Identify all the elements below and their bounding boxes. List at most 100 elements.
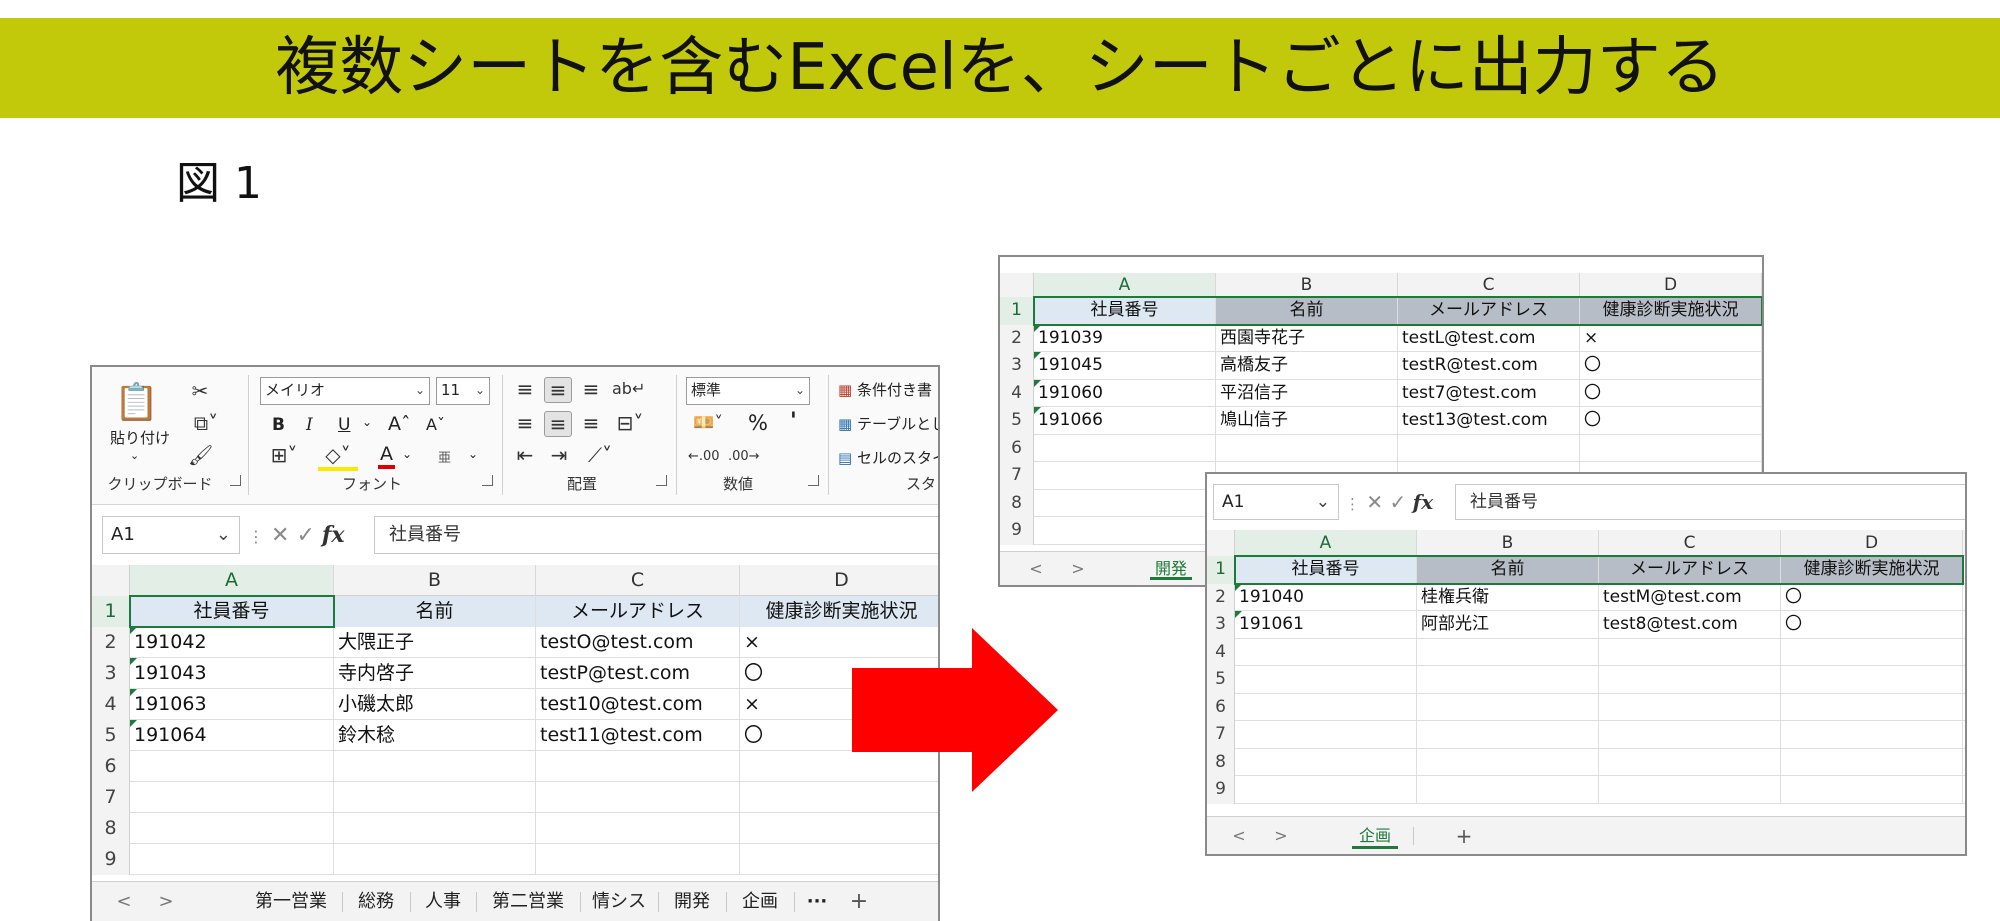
- select-all-corner[interactable]: [1000, 273, 1034, 297]
- select-all-corner[interactable]: [1207, 530, 1235, 556]
- cell[interactable]: 鈴木稔: [334, 720, 536, 751]
- conditional-format-button[interactable]: ▦ 条件付き書: [838, 379, 932, 400]
- cell[interactable]: [334, 782, 536, 813]
- cell[interactable]: 191064: [130, 720, 334, 751]
- cell[interactable]: 寺内啓子: [334, 658, 536, 689]
- select-all-corner[interactable]: [92, 565, 130, 596]
- row-number[interactable]: 6: [1207, 693, 1235, 721]
- font-launcher-icon[interactable]: [482, 475, 493, 486]
- cell[interactable]: 191039: [1034, 324, 1216, 352]
- cell[interactable]: testR@test.com: [1398, 352, 1580, 380]
- column-header-b[interactable]: B: [334, 565, 536, 596]
- increase-indent-icon[interactable]: ⇥: [546, 443, 572, 467]
- cell[interactable]: 191042: [130, 627, 334, 658]
- cell[interactable]: [1417, 666, 1599, 694]
- cell[interactable]: [536, 782, 740, 813]
- cell[interactable]: 191063: [130, 689, 334, 720]
- cell[interactable]: 阿部光江: [1417, 611, 1599, 639]
- italic-button[interactable]: I: [306, 415, 313, 435]
- align-center-icon[interactable]: ≡: [544, 411, 572, 437]
- paste-button[interactable]: 貼り付け: [110, 427, 170, 448]
- cell[interactable]: 〇: [1580, 379, 1762, 407]
- fx-icon[interactable]: fx: [1413, 490, 1434, 514]
- cell[interactable]: [1398, 434, 1580, 462]
- cell[interactable]: [1034, 434, 1216, 462]
- cell[interactable]: [1417, 693, 1599, 721]
- row-number[interactable]: 4: [1207, 638, 1235, 666]
- row-number[interactable]: 8: [1000, 489, 1034, 517]
- orientation-icon[interactable]: ⟋˅: [580, 443, 620, 467]
- cell[interactable]: test11@test.com: [536, 720, 740, 751]
- row-number[interactable]: 6: [1000, 434, 1034, 462]
- cell[interactable]: testP@test.com: [536, 658, 740, 689]
- column-header-a[interactable]: A: [1034, 273, 1216, 297]
- cell[interactable]: [1034, 517, 1216, 545]
- increase-decimal-icon[interactable]: ←.00: [688, 445, 720, 469]
- row-number[interactable]: 3: [1207, 611, 1235, 639]
- cell[interactable]: [1599, 748, 1781, 776]
- column-header-d[interactable]: D: [1781, 530, 1963, 556]
- cell[interactable]: 小磯太郎: [334, 689, 536, 720]
- tab-scroll-right-icon[interactable]: >: [1066, 552, 1090, 585]
- fx-icon[interactable]: fx: [322, 522, 345, 548]
- cell[interactable]: [1599, 776, 1781, 804]
- number-format-select[interactable]: 標準 ⌄: [686, 377, 810, 405]
- formula-input[interactable]: 社員番号: [374, 516, 938, 554]
- cell[interactable]: [334, 844, 536, 875]
- row-number[interactable]: 2: [1000, 324, 1034, 352]
- cell[interactable]: [130, 844, 334, 875]
- cell[interactable]: [1599, 638, 1781, 666]
- cell[interactable]: 〇: [1580, 407, 1762, 435]
- cell-styles-button[interactable]: ▤ セルのスタイ: [838, 447, 938, 468]
- fill-color-icon[interactable]: ◇˅: [318, 443, 358, 471]
- sheet-tab[interactable]: 開発: [658, 882, 726, 921]
- font-color-dropdown-icon[interactable]: ⌄: [402, 447, 412, 461]
- cell[interactable]: [1034, 489, 1216, 517]
- cell[interactable]: [1781, 693, 1963, 721]
- format-as-table-button[interactable]: ▦ テーブルとし: [838, 413, 938, 434]
- align-bottom-icon[interactable]: ≡: [578, 377, 604, 401]
- column-header-a[interactable]: A: [130, 565, 334, 596]
- cell[interactable]: 高橋友子: [1216, 352, 1398, 380]
- cell[interactable]: 191040: [1235, 583, 1417, 611]
- tab-scroll-left-icon[interactable]: <: [1024, 552, 1048, 585]
- cell[interactable]: [1235, 638, 1417, 666]
- cell[interactable]: [740, 844, 938, 875]
- cell[interactable]: [1235, 693, 1417, 721]
- cell[interactable]: 〇: [1781, 611, 1963, 639]
- cell[interactable]: 平沼信子: [1216, 379, 1398, 407]
- cell[interactable]: [1781, 721, 1963, 749]
- row-number[interactable]: 1: [1207, 556, 1235, 584]
- enter-icon[interactable]: ✓: [296, 523, 314, 548]
- cell[interactable]: [1781, 638, 1963, 666]
- header-cell[interactable]: 健康診断実施状況: [1781, 556, 1963, 584]
- copy-icon[interactable]: ⧉˅: [188, 411, 224, 435]
- name-box[interactable]: A1 ⌄: [102, 516, 240, 554]
- phonetic-button[interactable]: 亜: [438, 447, 451, 466]
- wrap-text-icon[interactable]: ab↵: [612, 377, 645, 401]
- cell[interactable]: 〇: [1580, 352, 1762, 380]
- percent-button[interactable]: %: [748, 411, 768, 435]
- row-number[interactable]: 3: [92, 658, 130, 689]
- cell[interactable]: 191043: [130, 658, 334, 689]
- cell[interactable]: 191066: [1034, 407, 1216, 435]
- sheet-tab[interactable]: 総務: [342, 882, 410, 921]
- row-number[interactable]: 1: [92, 596, 130, 627]
- row-number[interactable]: 4: [1000, 379, 1034, 407]
- column-header-c[interactable]: C: [1398, 273, 1580, 297]
- cell[interactable]: [536, 751, 740, 782]
- row-number[interactable]: 8: [92, 813, 130, 844]
- header-cell[interactable]: 社員番号: [130, 596, 334, 627]
- cell[interactable]: testM@test.com: [1599, 583, 1781, 611]
- column-header-d[interactable]: D: [740, 565, 938, 596]
- cell[interactable]: [1235, 748, 1417, 776]
- column-header-c[interactable]: C: [1599, 530, 1781, 556]
- cell[interactable]: test7@test.com: [1398, 379, 1580, 407]
- cell[interactable]: 191061: [1235, 611, 1417, 639]
- cell[interactable]: 桂権兵衛: [1417, 583, 1599, 611]
- font-color-button[interactable]: A: [378, 443, 395, 469]
- header-cell[interactable]: 名前: [1417, 556, 1599, 584]
- header-cell[interactable]: メールアドレス: [1599, 556, 1781, 584]
- row-number[interactable]: 5: [1207, 666, 1235, 694]
- header-cell[interactable]: メールアドレス: [1398, 297, 1580, 325]
